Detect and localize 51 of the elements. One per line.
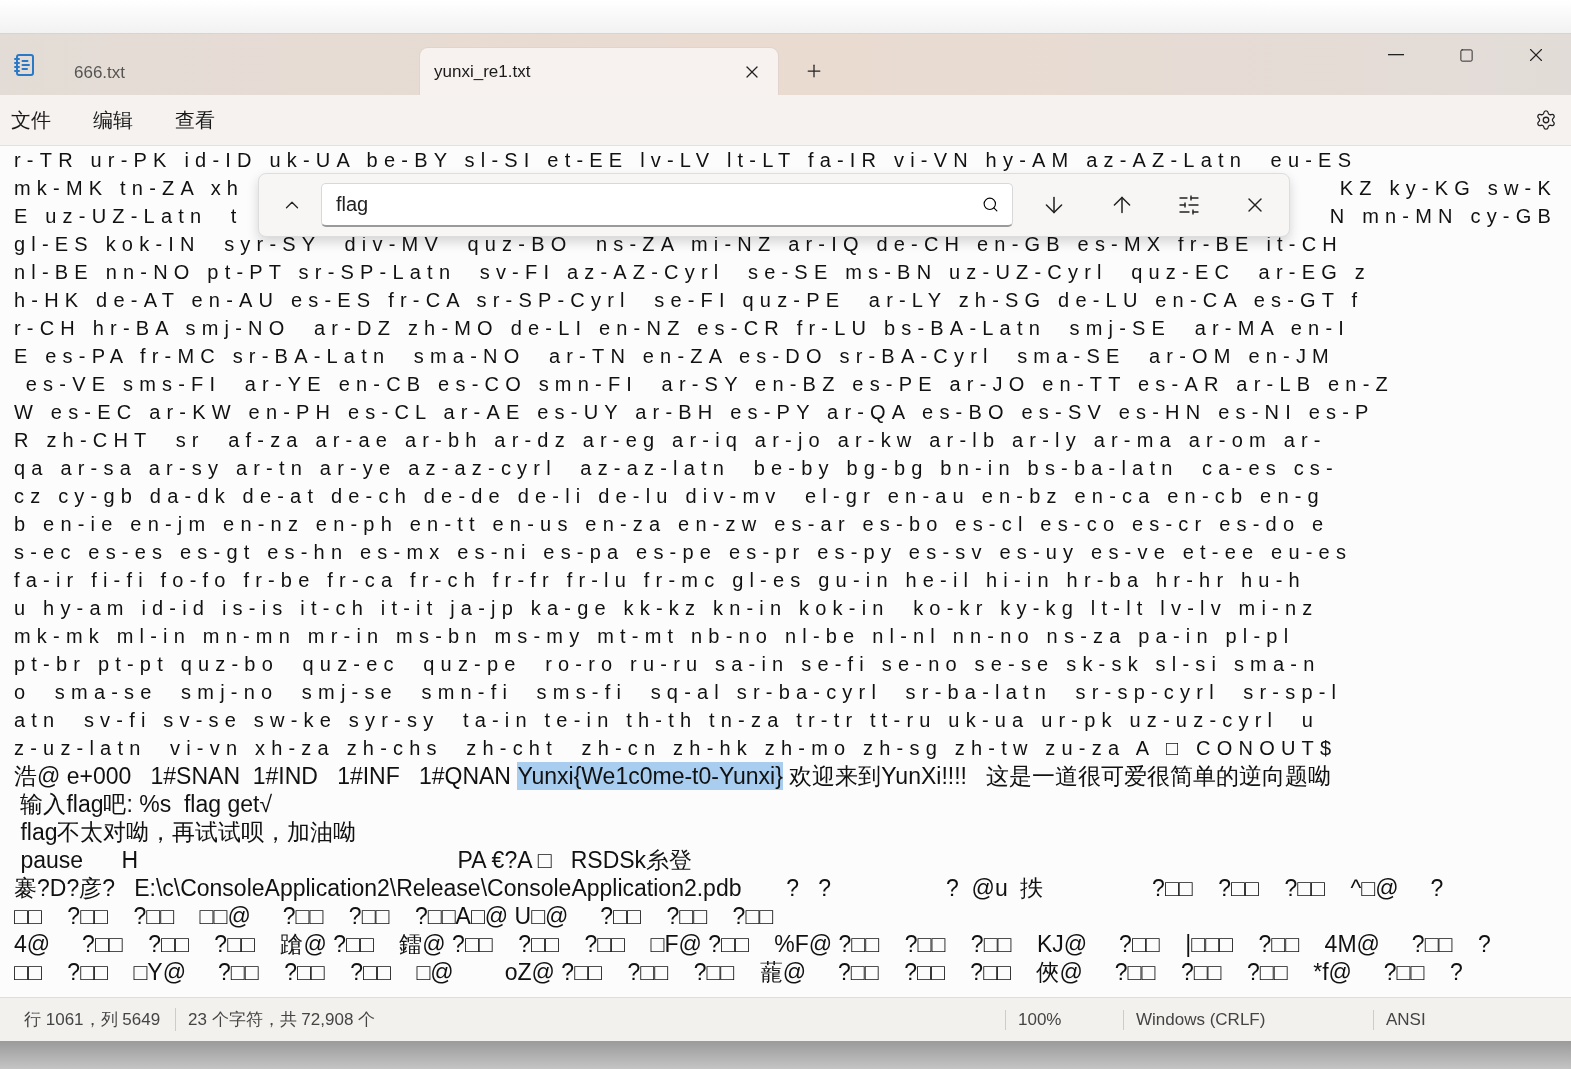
menu-item[interactable]: 编辑 <box>82 100 144 140</box>
text-line: b en-ie en-jm en-nz en-ph en-tt en-us en-za en-zw es-ar es-bo es-cl es-co es-cr es-do e <box>14 512 1330 537</box>
text-line: 褰?D?彦? E:\c\ConsoleApplication2\Release\ConsoleApplication2.pdb ? ? ? @u 抶 ?□□ ?□□ ?□□ ^□@ ? <box>14 874 1444 902</box>
status-text: 100% <box>1005 1009 1123 1030</box>
text-line: gl-ES kok-IN syr-SY div-MV quz-BO ns-ZA mi-NZ ar-IQ de-CH en-GB es-MX fr-BE it-CH <box>14 232 1343 257</box>
text-line: KZ ky-KG sw-K <box>1339 176 1557 201</box>
text-line: 浩@ e+000 1#SNAN 1#IND 1#INF 1#QNAN <box>14 762 512 790</box>
menu-item[interactable]: 查看 <box>164 100 226 140</box>
status-text: 行 1061，列 5649 <box>23 1009 162 1031</box>
text-line: pause H PA €?A □ RSDSk糸登 <box>19 846 693 874</box>
minimize-icon <box>1388 54 1404 56</box>
text-line: 欢迎来到YunXi!!!! 这是一道很可爱很简单的逆向题呦 <box>788 762 1332 790</box>
text-line: E es-PA fr-MC sr-BA-Latn sma-NO ar-TN en-ZA es-DO sr-BA-Cyrl sma-SE ar-OM en-JM <box>14 344 1335 369</box>
maximize-icon <box>1458 47 1474 63</box>
status-text: Windows (CRLF) <box>1123 1009 1373 1030</box>
status-text: ANSI <box>1373 1009 1571 1030</box>
text-line: h-HK de-AT en-AU es-ES fr-CA sr-SP-Cyrl se-FI quz-PE ar-LY zh-SG de-LU en-CA es-GT f <box>14 288 1364 313</box>
text-line: mk-mk ml-in mn-mn mr-in ms-bn ms-my mt-mt nb-no nl-be nl-nl nn-no ns-za pa-in pl-pl <box>14 624 1295 649</box>
text-line: nl-BE nn-NO pt-PT sr-SP-Latn sv-FI az-AZ-Cyrl se-SE ms-BN uz-UZ-Cyrl quz-EC ar-EG z <box>14 260 1371 285</box>
text-line: qa ar-sa ar-sy ar-tn ar-ye az-az-cyrl az-az-latn be-by bg-bg bn-in bs-ba-latn ca-es cs- <box>14 456 1339 481</box>
text-line: E uz-UZ-Latn t <box>14 204 243 229</box>
file-tab[interactable]: yunxi_re1.txt <box>420 48 778 95</box>
status-text: 23 个字符，共 72,908 个 <box>175 1008 1005 1031</box>
text-line: mk-MK tn-ZA xh <box>14 176 245 201</box>
sliders-icon <box>1177 193 1201 217</box>
text-line: N mn-MN cy-GB <box>1329 204 1557 229</box>
text-line: □□ ?□□ ?□□ □□@ ?□□ ?□□ ?□□A□@ U□@ ?□□ ?□□ ?□□ <box>14 902 774 930</box>
settings-icon <box>1535 109 1557 131</box>
text-line: W es-EC ar-KW en-PH es-CL ar-AE es-UY ar-BH es-PY ar-QA es-BO es-SV es-HN es-NI es-P <box>14 400 1375 425</box>
text-line: □□ ?□□ □Y@ ?□□ ?□□ ?□□ □@ oZ@ ?□□ ?□□ ?□□ 蘢@ ?□□ ?□□ ?□□ 俠@ ?□□ ?□□ ?□□ *f@ ?□□ ? <box>14 958 1463 986</box>
text-line: R zh-CHT sr af-za ar-ae ar-bh ar-dz ar-eg ar-iq ar-jo ar-kw ar-lb ar-ly ar-ma ar-om ar- <box>14 428 1327 453</box>
file-tab[interactable]: 666.txt <box>50 50 420 95</box>
find-field[interactable]: flag <box>321 183 1013 227</box>
text-line: s-ec es-es es-gt es-hn es-mx es-ni es-pa es-pe es-pr es-py es-sv es-uy es-ve et-ee eu-es <box>14 540 1353 565</box>
text-line: 4@ ?□□ ?□□ ?□□ 蹌@ ?□□ 鐳@ ?□□ ?□□ ?□□ □F@ ?□□ %F@ ?□□ ?□□ ?□□ KJ@ ?□□ |□□□ ?□□ 4M@ ?□□ ? <box>14 930 1491 958</box>
text-line: r-CH hr-BA smj-NO ar-DZ zh-MO de-LI en-NZ es-CR fr-LU bs-BA-Latn smj-SE ar-MA en-I <box>14 316 1350 341</box>
text-line: cz cy-gb da-dk de-at de-ch de-de de-li de-lu div-mv el-gr en-au en-bz en-ca en-cb en-g <box>14 484 1325 509</box>
text-line: 输入flag吧: %s flag get√ <box>19 790 273 818</box>
search-icon <box>982 196 999 213</box>
text-line: atn sv-fi sv-se sw-ke syr-sy ta-in te-in th-th tn-za tr-tr tt-ru uk-ua ur-pk uz-uz-cyrl u <box>14 708 1319 733</box>
text-line: u hy-am id-id is-is it-ch it-it ja-jp ka-ge kk-kz kn-in kok-in ko-kr ky-kg lt-lt lv-lv mi-nz <box>14 596 1319 621</box>
text-line: pt-br pt-pt quz-bo quz-ec quz-pe ro-ro ru-ru sa-in se-fi se-no se-se sk-sk sl-si sma-n <box>14 652 1321 677</box>
text-line: fa-ir fi-fi fo-fo fr-be fr-ca fr-ch fr-fr fr-lu fr-mc gl-es gu-in he-il hi-in hr-ba hr-hr hu-h <box>14 568 1306 593</box>
text-line: flag不太对呦，再试试呗，加油呦 <box>19 818 357 846</box>
menu-item[interactable]: 文件 <box>0 100 62 140</box>
search-match-highlight: Yunxi{We1c0me-t0-Yunxi} <box>517 762 783 790</box>
notepad-icon <box>13 52 37 77</box>
text-line: z-uz-latn vi-vn xh-za zh-chs zh-cht zh-cn zh-hk zh-mo zh-sg zh-tw zu-za A □ CONOUT$ <box>14 736 1338 761</box>
text-line: o sma-se smj-no smj-se smn-fi sms-fi sq-al sr-ba-cyrl sr-ba-latn sr-sp-cyrl sr-sp-l <box>14 680 1343 705</box>
text-line: r-TR ur-PK id-ID uk-UA be-BY sl-SI et-EE lv-LV lt-LT fa-IR vi-VN hy-AM az-AZ-Latn eu-ES <box>14 148 1358 173</box>
text-line: es-VE sms-FI ar-YE en-CB es-CO smn-FI ar-SY en-BZ es-PE ar-JO en-TT es-AR ar-LB en-Z <box>24 372 1394 397</box>
